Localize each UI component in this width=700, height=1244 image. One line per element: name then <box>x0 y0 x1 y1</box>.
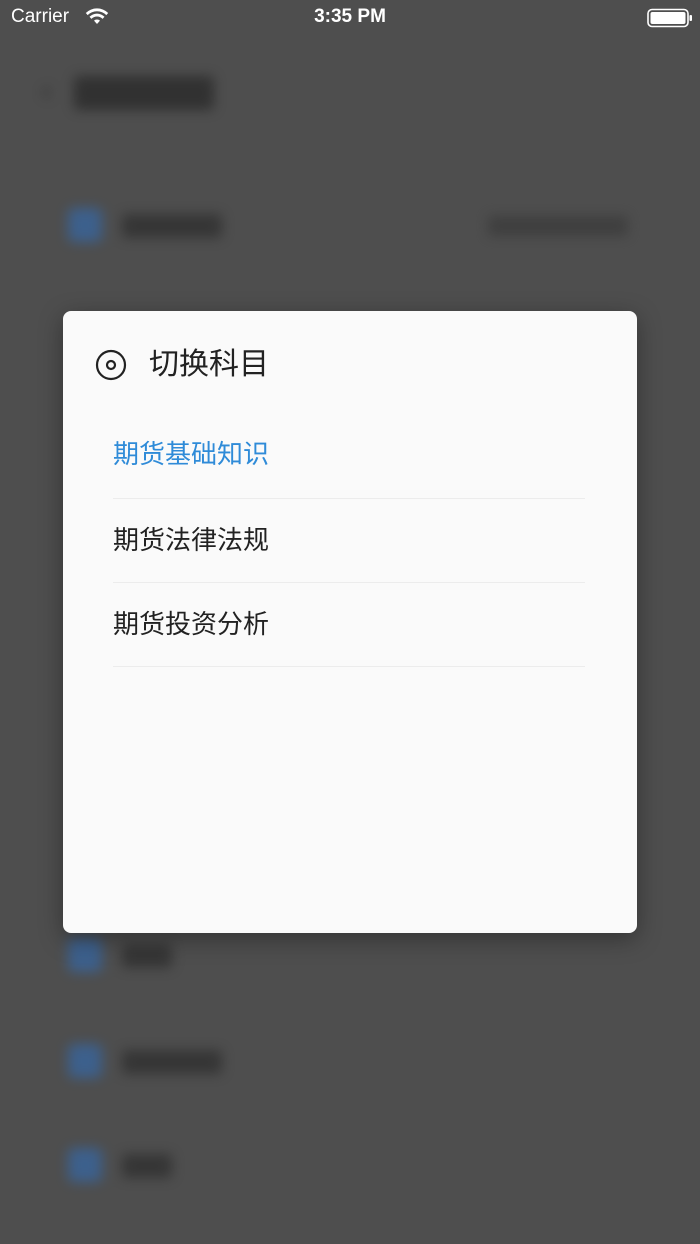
dialog-header: 切换科目 <box>95 345 595 385</box>
back-icon: ‹ <box>40 72 53 110</box>
switch-subject-dialog: 切换科目 期货基础知识 期货法律法规 期货投资分析 <box>63 311 637 933</box>
background-row-icon <box>68 208 102 242</box>
status-bar: Carrier 3:35 PM <box>0 0 700 40</box>
background-row-icon <box>68 1044 102 1078</box>
subject-option-basics[interactable]: 期货基础知识 <box>113 415 585 499</box>
subject-option-analysis[interactable]: 期货投资分析 <box>113 583 585 667</box>
background-row-icon <box>68 1148 102 1182</box>
status-time: 3:35 PM <box>314 6 386 27</box>
background-row <box>68 936 648 976</box>
background-row <box>68 1042 648 1082</box>
background-row <box>68 1146 648 1186</box>
subject-option-law[interactable]: 期货法律法规 <box>113 499 585 583</box>
target-icon <box>95 349 127 385</box>
background-row <box>68 206 648 246</box>
background-row-icon <box>68 938 102 972</box>
battery-icon <box>647 8 693 32</box>
dialog-title: 切换科目 <box>149 347 269 382</box>
subject-list: 期货基础知识 期货法律法规 期货投资分析 <box>113 415 585 667</box>
background-title-placeholder <box>74 76 214 110</box>
